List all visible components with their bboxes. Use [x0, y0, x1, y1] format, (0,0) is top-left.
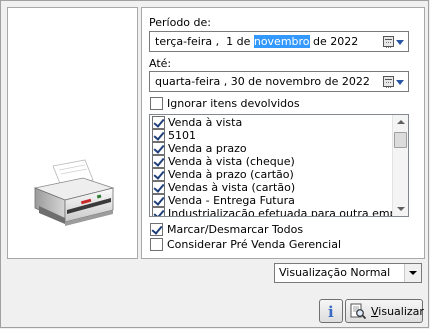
list-item-checkbox[interactable]	[152, 116, 165, 129]
toggle-all-label[interactable]: Marcar/Desmarcar Todos	[167, 223, 303, 236]
list-item-label: Vendas à vista (cartão)	[168, 181, 296, 194]
document-preview-icon	[350, 303, 367, 320]
period-from-label: Período de:	[149, 16, 211, 29]
separator-text: ,	[212, 35, 220, 48]
view-mode-value: Visualização Normal	[279, 266, 391, 279]
chevron-down-icon[interactable]	[404, 264, 421, 282]
list-item-label: Industrialização efetuada para outra emp…	[168, 207, 409, 217]
list-item-checkbox[interactable]	[152, 168, 165, 181]
scroll-up-button[interactable]	[393, 115, 408, 130]
weekday-text: terça-feira	[155, 35, 213, 48]
list-item[interactable]: Vendas à vista (cartão)	[150, 181, 393, 194]
list-item[interactable]: 5101	[150, 129, 393, 142]
list-item[interactable]: Industrialização efetuada para outra emp…	[150, 207, 408, 216]
list-item-label: Venda a prazo	[168, 142, 247, 155]
list-item[interactable]: Venda à vista (cheque)	[150, 155, 393, 168]
period-from-datepicker[interactable]: terça-feira , 1 de novembro de 2022	[149, 31, 409, 52]
calendar-dropdown-button[interactable]	[383, 74, 405, 89]
list-item[interactable]: Venda a prazo	[150, 142, 393, 155]
report-dialog: Período de: terça-feira , 1 de novembro …	[0, 0, 429, 328]
day-text: 1 de	[226, 35, 251, 48]
list-item-checkbox[interactable]	[152, 129, 165, 142]
operation-type-list[interactable]: Venda à vista 5101 Venda a prazo Venda à vi…	[149, 114, 409, 217]
scroll-down-button[interactable]	[393, 201, 408, 216]
info-button[interactable]: i	[319, 299, 343, 323]
info-icon: i	[328, 303, 334, 321]
list-item[interactable]: Venda - Entrega Futura	[150, 194, 393, 207]
period-to-datepicker[interactable]: quarta-feira , 30 de novembro de 2022	[149, 71, 409, 92]
list-item-checkbox[interactable]	[152, 194, 165, 207]
calendar-dropdown-button[interactable]	[383, 34, 405, 49]
printer-icon	[33, 159, 115, 226]
visualize-label: Visualizar	[371, 305, 424, 318]
list-item-label: 5101	[168, 129, 196, 142]
year-text: de 2022	[313, 35, 359, 48]
list-item-label: Venda à vista (cheque)	[168, 155, 295, 168]
list-items: Venda à vista 5101 Venda a prazo Venda à vi…	[150, 116, 408, 216]
chevron-down-icon	[396, 40, 404, 45]
scroll-thumb[interactable]	[394, 132, 407, 148]
list-item-checkbox[interactable]	[152, 142, 165, 155]
calendar-icon	[383, 36, 394, 48]
month-selected-text: novembro	[253, 35, 310, 48]
ignore-returns-checkbox[interactable]	[150, 97, 163, 110]
date-text: quarta-feira , 30 de novembro de 2022	[155, 75, 370, 88]
list-item-label: Venda à vista	[168, 116, 243, 129]
pre-sale-checkbox[interactable]	[150, 238, 163, 251]
list-item[interactable]: Venda à vista	[150, 116, 393, 129]
list-item-checkbox[interactable]	[152, 181, 165, 194]
chevron-down-icon	[396, 80, 404, 85]
calendar-icon	[383, 76, 394, 88]
printer-panel	[7, 7, 138, 259]
period-to-label: Até:	[149, 57, 172, 70]
view-mode-select[interactable]: Visualização Normal	[274, 263, 422, 283]
list-item-label: Venda - Entrega Futura	[168, 194, 295, 207]
list-item-checkbox[interactable]	[152, 207, 165, 216]
pre-sale-label[interactable]: Considerar Pré Venda Gerencial	[167, 238, 341, 251]
ignore-returns-label[interactable]: Ignorar itens devolvidos	[167, 97, 300, 110]
toggle-all-checkbox[interactable]	[150, 223, 163, 236]
list-scrollbar[interactable]	[392, 115, 408, 216]
list-item-checkbox[interactable]	[152, 155, 165, 168]
list-item-label: Venda à prazo (cartão)	[168, 168, 294, 181]
list-item[interactable]: Venda à prazo (cartão)	[150, 168, 393, 181]
visualize-button[interactable]: Visualizar	[345, 299, 424, 323]
